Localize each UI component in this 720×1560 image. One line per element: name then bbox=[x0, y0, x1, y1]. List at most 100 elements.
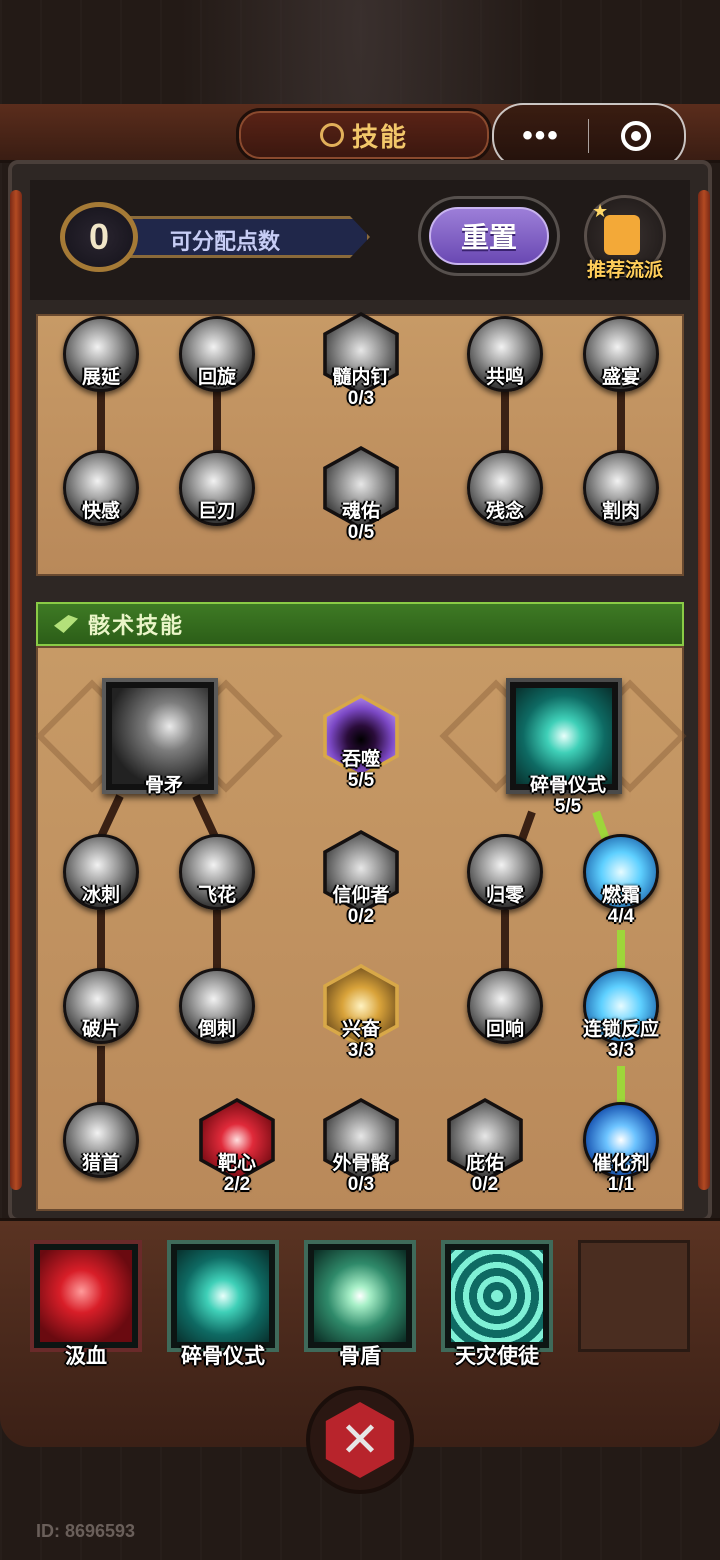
skill-name: 飞花 bbox=[197, 885, 236, 906]
skill-node[interactable]: 髓内钉 0/3 bbox=[321, 312, 401, 409]
reset-button-label: 重置 bbox=[429, 207, 549, 265]
spiral-icon bbox=[451, 1250, 543, 1342]
skill-name: 冰刺 bbox=[81, 885, 120, 906]
skill-name: 燃霜 bbox=[601, 885, 640, 906]
vortex-icon bbox=[177, 1250, 269, 1342]
category-header: 骸术技能 bbox=[36, 602, 684, 646]
skill-name: 魂佑 bbox=[341, 501, 380, 522]
skill-name: 快感 bbox=[81, 501, 120, 522]
skill-level: 5/5 bbox=[347, 770, 375, 791]
tree-link bbox=[97, 910, 105, 970]
close-miniprogram-button[interactable] bbox=[589, 121, 683, 151]
skill-node[interactable]: 割肉 bbox=[581, 448, 661, 528]
major-skill-node[interactable]: 碎骨仪式 5/5 bbox=[506, 678, 622, 817]
skill-node[interactable]: 庇佑 0/2 bbox=[445, 1098, 525, 1195]
skill-name: 吞噬 bbox=[341, 749, 380, 770]
skill-name: 庇佑 bbox=[465, 1153, 504, 1174]
skill-node[interactable]: 残念 bbox=[465, 448, 545, 528]
points-label: 可分配点数 bbox=[170, 229, 281, 254]
more-menu-button[interactable]: ••• bbox=[494, 106, 588, 166]
skill-node[interactable]: 盛宴 bbox=[581, 314, 661, 394]
skill-name: 共鸣 bbox=[485, 367, 524, 388]
right-rail bbox=[698, 190, 710, 1190]
skill-level: 3/3 bbox=[607, 1040, 635, 1061]
skill-node[interactable]: 快感 bbox=[61, 448, 141, 528]
skill-name: 猎首 bbox=[81, 1153, 120, 1174]
skill-name: 倒刺 bbox=[197, 1019, 236, 1040]
skill-name: 巨刃 bbox=[197, 501, 236, 522]
skill-name: 残念 bbox=[485, 501, 524, 522]
skill-node[interactable]: 展延 bbox=[61, 314, 141, 394]
tree-link bbox=[501, 910, 509, 970]
skill-name: 碎骨仪式 bbox=[529, 775, 606, 796]
left-rail bbox=[10, 190, 22, 1190]
skill-name: 回旋 bbox=[197, 367, 236, 388]
target-icon bbox=[621, 121, 651, 151]
skill-name: 割肉 bbox=[601, 501, 640, 522]
skill-name: 展延 bbox=[81, 367, 120, 388]
skill-node[interactable]: 魂佑 0/5 bbox=[321, 446, 401, 543]
skill-node[interactable]: 燃霜 4/4 bbox=[581, 832, 661, 927]
major-skill-node[interactable]: 骨矛 bbox=[102, 678, 218, 796]
skill-name: 信仰者 bbox=[332, 885, 390, 906]
skill-node[interactable]: 破片 bbox=[61, 966, 141, 1046]
skill-name: 骨矛 bbox=[144, 775, 183, 796]
skill-node[interactable]: 兴奋 3/3 bbox=[321, 964, 401, 1061]
skill-name: 盛宴 bbox=[601, 367, 640, 388]
recommend-label: 推荐流派 bbox=[586, 260, 663, 281]
equipped-slot[interactable]: 汲血 bbox=[30, 1240, 142, 1368]
empty-slot[interactable] bbox=[578, 1240, 690, 1352]
equipped-name: 天灾使徒 bbox=[455, 1345, 539, 1368]
skill-node[interactable]: 倒刺 bbox=[177, 966, 257, 1046]
skill-name: 回响 bbox=[485, 1019, 524, 1040]
skill-level: 4/4 bbox=[607, 906, 635, 927]
title-plate: 技能 bbox=[236, 108, 492, 162]
skill-wheel-icon bbox=[319, 123, 344, 147]
skill-level: 5/5 bbox=[554, 796, 582, 817]
skill-node[interactable]: 信仰者 0/2 bbox=[321, 830, 401, 927]
skill-level: 3/3 bbox=[347, 1040, 375, 1061]
category-icon bbox=[54, 615, 78, 633]
skill-level: 0/2 bbox=[471, 1174, 499, 1195]
bone-shield-icon bbox=[314, 1250, 406, 1342]
equipped-slot[interactable]: 骨盾 bbox=[304, 1240, 416, 1368]
star-icon: ★ bbox=[592, 201, 609, 221]
player-id: ID: 8696593 bbox=[36, 1521, 136, 1541]
tree-link bbox=[97, 1046, 105, 1106]
equipped-slot[interactable]: 碎骨仪式 bbox=[167, 1240, 279, 1368]
equipped-name: 碎骨仪式 bbox=[181, 1345, 265, 1368]
reset-button[interactable]: 重置 bbox=[418, 196, 560, 276]
skill-level: 1/1 bbox=[607, 1174, 635, 1195]
skill-node[interactable]: 冰刺 bbox=[61, 832, 141, 912]
skill-level: 2/2 bbox=[223, 1174, 251, 1195]
skill-name: 催化剂 bbox=[592, 1153, 650, 1174]
equipped-name: 骨盾 bbox=[339, 1345, 381, 1368]
tree-link bbox=[213, 910, 221, 970]
skill-node[interactable]: 回响 bbox=[465, 966, 545, 1046]
skill-level: 0/5 bbox=[347, 522, 375, 543]
skill-node[interactable]: 回旋 bbox=[177, 314, 257, 394]
skill-node[interactable]: 猎首 bbox=[61, 1100, 141, 1180]
points-value: 0 bbox=[60, 202, 138, 272]
skill-node[interactable]: 巨刃 bbox=[177, 448, 257, 528]
skill-node[interactable]: 共鸣 bbox=[465, 314, 545, 394]
close-icon: ✕ bbox=[325, 1402, 395, 1478]
blood-drop-icon bbox=[40, 1250, 132, 1342]
skill-level: 0/3 bbox=[347, 388, 375, 409]
category-title: 骸术技能 bbox=[88, 613, 185, 638]
skill-node[interactable]: 外骨骼 0/3 bbox=[321, 1098, 401, 1195]
page-title: 技能 bbox=[351, 121, 408, 152]
skill-node[interactable]: 吞噬 5/5 bbox=[321, 694, 401, 791]
skill-node[interactable]: 归零 bbox=[465, 832, 545, 912]
skill-node[interactable]: 靶心 2/2 bbox=[197, 1098, 277, 1195]
skill-node[interactable]: 飞花 bbox=[177, 832, 257, 912]
recommend-build-button[interactable]: ★ 推荐流派 bbox=[580, 195, 670, 285]
tree-link-active bbox=[617, 930, 625, 970]
skill-node[interactable]: 催化剂 1/1 bbox=[581, 1100, 661, 1195]
skill-node[interactable]: 连锁反应 3/3 bbox=[581, 966, 661, 1061]
skill-name: 靶心 bbox=[217, 1153, 256, 1174]
equipped-slot[interactable]: 天灾使徒 bbox=[441, 1240, 553, 1368]
skill-name: 髓内钉 bbox=[332, 367, 390, 388]
skill-name: 兴奋 bbox=[341, 1019, 380, 1040]
close-button[interactable]: ✕ bbox=[306, 1386, 414, 1494]
